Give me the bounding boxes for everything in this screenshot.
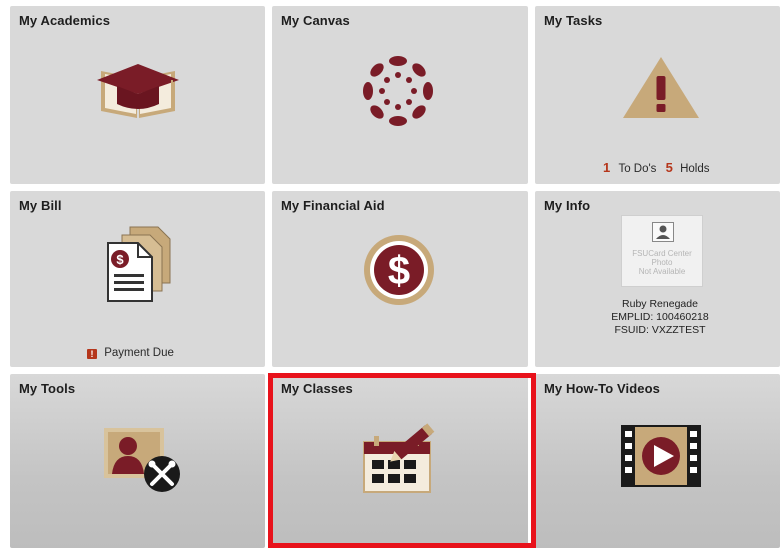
calendar-pencil-icon	[363, 423, 435, 493]
holds-count: 5	[665, 160, 673, 175]
tile-my-financial-aid[interactable]: My Financial Aid $	[272, 191, 528, 367]
photo-text-line: Photo	[651, 258, 673, 267]
dashboard-grid: My Academics My Canvas My Tasks 1 To Do'…	[0, 0, 780, 548]
tile-my-classes[interactable]: My Classes	[272, 374, 528, 548]
tile-title: My How-To Videos	[544, 381, 660, 396]
canvas-logo-icon	[363, 56, 433, 126]
warning-triangle-icon	[623, 57, 699, 118]
student-fsuid: FSUID: VXZZTEST	[614, 324, 706, 336]
svg-text:$: $	[116, 252, 124, 267]
tile-title: My Tools	[19, 381, 76, 396]
bill-status-label: Payment Due	[104, 347, 174, 359]
tile-title: My Academics	[19, 13, 111, 28]
holds-label: Holds	[680, 163, 710, 175]
student-emplid: EMPLID: 100460218	[611, 311, 709, 323]
tile-title: My Bill	[19, 198, 62, 213]
tile-title: My Tasks	[544, 13, 603, 28]
svg-text:$: $	[388, 249, 410, 293]
tile-my-how-to-videos[interactable]: My How-To Videos	[535, 374, 780, 548]
todo-count: 1	[603, 160, 611, 175]
photo-unavailable-text: FSUCard Center Photo Not Available	[622, 249, 702, 276]
tile-title: My Classes	[281, 381, 353, 396]
film-play-icon	[621, 425, 701, 487]
student-name: Ruby Renegade	[622, 298, 698, 310]
person-icon	[652, 222, 674, 242]
graduation-book-icon	[97, 64, 179, 118]
tools-user-icon	[104, 428, 180, 492]
bill-documents-icon: $	[107, 226, 171, 302]
tasks-summary: 1 To Do's 5 Holds	[603, 160, 709, 175]
profile-photo-placeholder: FSUCard Center Photo Not Available	[621, 215, 703, 287]
bill-status: ! Payment Due	[87, 347, 174, 359]
tile-my-canvas[interactable]: My Canvas	[272, 6, 528, 184]
photo-text-line: FSUCard Center	[632, 249, 692, 258]
tile-title: My Financial Aid	[281, 198, 385, 213]
todo-label: To Do's	[618, 163, 657, 175]
photo-text-line: Not Available	[638, 267, 686, 276]
alert-icon: !	[87, 349, 97, 359]
tile-title: My Canvas	[281, 13, 350, 28]
tile-title: My Info	[544, 198, 591, 213]
tile-my-academics[interactable]: My Academics	[10, 6, 265, 184]
tile-my-tools[interactable]: My Tools	[10, 374, 265, 548]
dollar-coin-icon: $	[364, 235, 434, 305]
tile-my-bill[interactable]: My Bill $ ! Payment Due	[10, 191, 265, 367]
tile-my-tasks[interactable]: My Tasks 1 To Do's 5 Holds	[535, 6, 780, 184]
